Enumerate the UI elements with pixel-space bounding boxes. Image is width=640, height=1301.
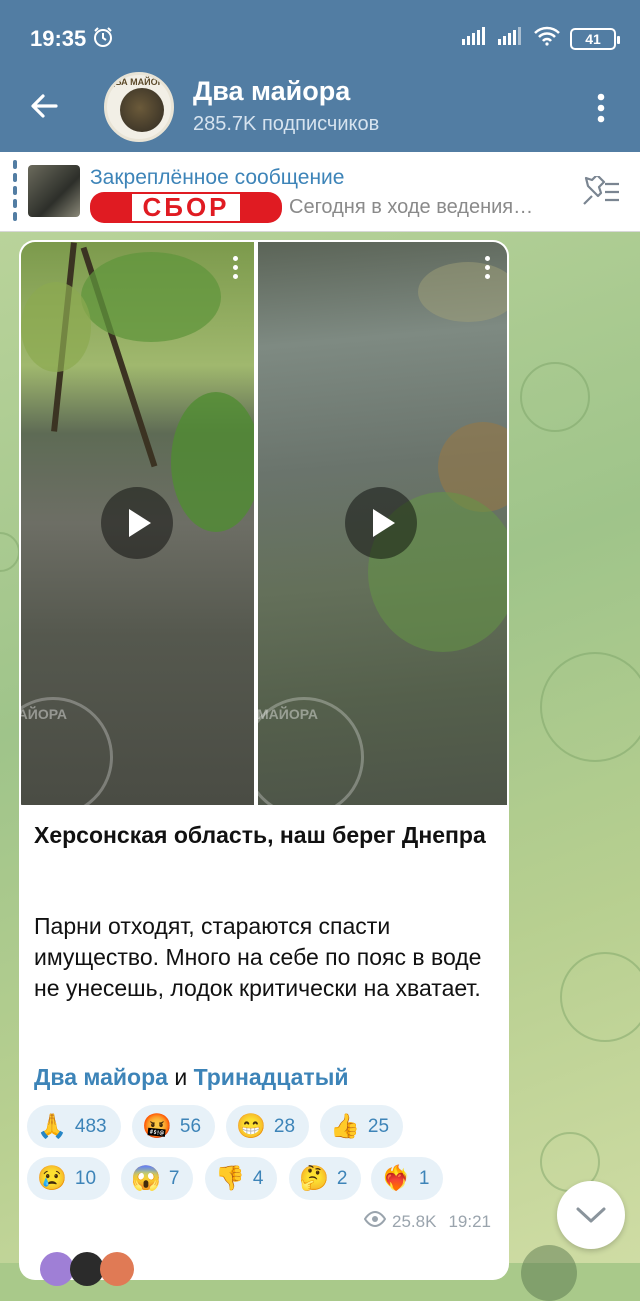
reaction-chip[interactable]: 👍 25 <box>320 1105 404 1148</box>
play-button[interactable] <box>101 487 173 559</box>
watermark-logo: МАЙОРА <box>258 697 364 805</box>
pinned-title: Закреплённое сообщение <box>90 166 345 189</box>
message-body: Парни отходят, стараются спасти имуществ… <box>34 913 482 1001</box>
message-title: Херсонская область, наш берег Днепра <box>34 822 486 848</box>
heart-on-fire-icon: ❤️‍🔥 <box>381 1164 411 1192</box>
thumbs-down-icon: 👎 <box>215 1164 245 1192</box>
wifi-icon <box>534 26 560 51</box>
video-menu-button[interactable] <box>482 256 492 286</box>
reaction-count: 10 <box>74 1167 97 1189</box>
play-icon <box>373 509 395 537</box>
next-message-avatars <box>40 1252 140 1286</box>
status-bar: 19:35 41 <box>0 0 640 78</box>
signal-icon-2 <box>498 27 524 50</box>
signal-icon <box>462 27 488 50</box>
view-count: 25.8K <box>392 1211 437 1231</box>
play-icon <box>129 509 151 537</box>
subscriber-count: 285.7K подписчиков <box>193 113 380 135</box>
reaction-count: 25 <box>367 1115 390 1137</box>
status-time: 19:35 <box>30 26 87 51</box>
reaction-count: 483 <box>74 1115 107 1137</box>
message-meta: 25.8K 19:21 <box>363 1210 491 1232</box>
pinned-thumbnail <box>28 165 80 217</box>
arrow-left-icon <box>31 94 58 118</box>
share-button[interactable] <box>521 1245 577 1301</box>
avatar-label: ДВА МАЙОРА <box>108 77 170 87</box>
source-links: Два майора и Тринадцатый <box>34 1064 348 1091</box>
reaction-chip[interactable]: 🤬 56 <box>132 1105 216 1148</box>
link-conjunction: и <box>174 1064 188 1090</box>
message-time: 19:21 <box>448 1211 491 1231</box>
pinned-badge-text: СБОР <box>132 194 240 221</box>
app-header: 19:35 41 ДВА МАЙОРА Два майора 285.7K по… <box>0 0 640 152</box>
scroll-down-button[interactable] <box>557 1181 625 1249</box>
reaction-count: 1 <box>418 1167 430 1189</box>
video-menu-button[interactable] <box>230 256 240 286</box>
alarm-icon <box>92 26 114 53</box>
thumbs-up-icon: 👍 <box>330 1112 360 1140</box>
play-button[interactable] <box>345 487 417 559</box>
folded-hands-icon: 🙏 <box>37 1112 67 1140</box>
pinned-list-button[interactable] <box>578 173 622 210</box>
reaction-chip[interactable]: 👎 4 <box>205 1157 278 1200</box>
author-link[interactable]: Два майора <box>34 1064 168 1090</box>
watermark-logo: МАЙОРА <box>21 697 113 805</box>
thinking-face-icon: 🤔 <box>299 1164 329 1192</box>
message-bubble: МАЙОРА МАЙОРА Херсонская область, наш бе… <box>19 240 509 1280</box>
pinned-indicator <box>13 160 17 222</box>
reaction-chip[interactable]: ❤️‍🔥 1 <box>371 1157 444 1200</box>
eye-icon <box>363 1210 387 1232</box>
reaction-chip[interactable]: 🤔 2 <box>289 1157 362 1200</box>
grinning-face-icon: 😁 <box>236 1112 266 1140</box>
crying-face-icon: 😢 <box>37 1164 67 1192</box>
kebab-menu-icon <box>597 93 605 123</box>
status-icons: 41 <box>462 26 620 51</box>
screaming-face-icon: 😱 <box>131 1164 161 1192</box>
second-link[interactable]: Тринадцатый <box>194 1064 349 1090</box>
back-button[interactable] <box>22 84 66 128</box>
more-menu-button[interactable] <box>586 88 616 128</box>
pin-list-icon <box>583 173 619 205</box>
battery-icon: 41 <box>570 27 620 50</box>
video-thumbnail-1[interactable]: МАЙОРА <box>21 242 254 805</box>
cursing-face-icon: 🤬 <box>142 1112 172 1140</box>
media-group: МАЙОРА МАЙОРА <box>21 242 507 805</box>
reaction-chip[interactable]: 🙏 483 <box>27 1105 121 1148</box>
chat-header: ДВА МАЙОРА Два майора 285.7K подписчиков <box>0 70 640 152</box>
pinned-badge: СБОР <box>90 192 282 223</box>
reaction-chip[interactable]: 😢 10 <box>27 1157 111 1200</box>
reaction-count: 56 <box>179 1115 202 1137</box>
reaction-chip[interactable]: 😁 28 <box>226 1105 310 1148</box>
reaction-count: 28 <box>273 1115 296 1137</box>
reaction-count: 4 <box>252 1167 264 1189</box>
channel-avatar[interactable]: ДВА МАЙОРА <box>104 72 174 142</box>
reaction-count: 2 <box>336 1167 348 1189</box>
channel-title[interactable]: Два майора <box>193 76 350 107</box>
video-thumbnail-2[interactable]: МАЙОРА <box>258 242 507 805</box>
pinned-message-bar[interactable]: Закреплённое сообщение СБОР Сегодня в хо… <box>0 152 640 232</box>
chevron-down-icon <box>576 1207 606 1223</box>
reaction-chip[interactable]: 😱 7 <box>121 1157 194 1200</box>
reaction-count: 7 <box>168 1167 180 1189</box>
pinned-preview: Сегодня в ходе ведения… <box>289 196 534 218</box>
avatar-emblem <box>120 88 164 132</box>
